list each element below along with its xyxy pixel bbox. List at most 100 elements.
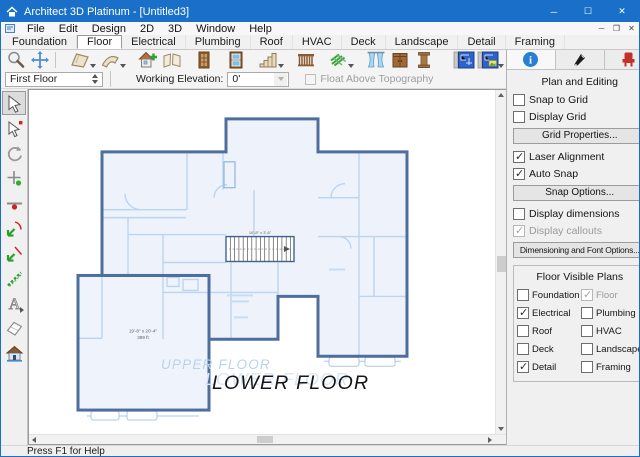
floor-spinner[interactable] (92, 74, 98, 84)
floor-selector[interactable]: First Floor (5, 72, 103, 87)
menu-file[interactable]: File (20, 23, 52, 35)
wall-dropdown-icon[interactable] (90, 64, 96, 68)
auto-snap-checkbox[interactable]: Auto Snap (513, 168, 640, 180)
working-elevation-combo[interactable]: 0' (227, 72, 289, 87)
visible-foundation-checkbox[interactable]: Foundation (517, 289, 581, 301)
drapes-tool-button[interactable] (364, 51, 387, 70)
move-point-tool[interactable] (2, 166, 26, 190)
maximize-button[interactable]: ☐ (571, 1, 605, 22)
deck-tool-button[interactable] (326, 51, 349, 70)
break-wall-icon (162, 50, 182, 70)
stairs-dropdown-icon[interactable] (278, 64, 284, 68)
wall-tool-button[interactable] (68, 51, 91, 70)
select-object-tool[interactable] (2, 116, 26, 140)
tab-deck[interactable]: Deck (342, 35, 386, 49)
lower-floor-garage-room[interactable] (78, 275, 209, 410)
visible-framing-checkbox[interactable]: Framing (581, 361, 640, 373)
menu-window[interactable]: Window (189, 23, 242, 35)
chair-icon (620, 51, 637, 68)
chamfer-tool[interactable] (2, 241, 26, 265)
annotation-tab[interactable] (556, 50, 605, 69)
scroll-up-arrow[interactable] (496, 90, 506, 100)
railing-tool-button[interactable] (294, 51, 317, 70)
laser-alignment-checkbox[interactable]: Laser Alignment (513, 151, 640, 163)
menu-help[interactable]: Help (242, 23, 279, 35)
plan-render-dropdown-icon[interactable] (498, 64, 504, 68)
checkbox-box (517, 289, 529, 301)
spline-tool[interactable] (2, 266, 26, 290)
visible-hvac-checkbox[interactable]: HVAC (581, 325, 640, 337)
checkbox-box (305, 74, 316, 85)
tab-roof[interactable]: Roof (251, 35, 293, 49)
display-grid-checkbox[interactable]: Display Grid (513, 111, 640, 123)
tab-hvac[interactable]: HVAC (293, 35, 342, 49)
tab-detail[interactable]: Detail (458, 35, 505, 49)
checkbox-box (581, 289, 593, 301)
break-wall-tool-button[interactable] (160, 51, 183, 70)
rotate-tool[interactable] (2, 141, 26, 165)
visible-electrical-checkbox[interactable]: Electrical (517, 307, 581, 319)
scroll-right-arrow[interactable] (485, 435, 495, 444)
info-tab[interactable]: i (507, 50, 556, 69)
window-tool-button[interactable] (224, 51, 247, 70)
horizontal-scroll-thumb[interactable] (257, 436, 273, 443)
display-dimensions-checkbox[interactable]: Display dimensions (513, 208, 640, 220)
document-icon[interactable] (5, 24, 15, 33)
menu-edit[interactable]: Edit (52, 23, 85, 35)
pan-tool-button[interactable] (28, 51, 51, 70)
stairs-tool-button[interactable] (256, 51, 279, 70)
visible-deck-checkbox[interactable]: Deck (517, 343, 581, 355)
visible-detail-checkbox[interactable]: Detail (517, 361, 581, 373)
menu-2d[interactable]: 2D (133, 23, 161, 35)
staircase[interactable] (226, 237, 294, 262)
grid-properties-button[interactable]: Grid Properties... (513, 128, 640, 144)
plan-view-button[interactable] (452, 51, 475, 70)
visible-plumbing-checkbox[interactable]: Plumbing (581, 307, 640, 319)
horizontal-scrollbar-row (29, 434, 506, 444)
elevation-tool[interactable] (2, 341, 26, 365)
cabinet-tool-button[interactable] (388, 51, 411, 70)
floor-plan[interactable]: 10'-8" x 3'-6" 19'-8" x 20'-4" 399 ft UP… (29, 90, 495, 434)
select-tool[interactable] (2, 91, 26, 115)
split-tool[interactable] (2, 191, 26, 215)
scroll-left-arrow[interactable] (29, 435, 39, 444)
drawing-canvas[interactable]: 10'-8" x 3'-6" 19'-8" x 20'-4" 399 ft UP… (28, 89, 506, 445)
close-button[interactable]: ✕ (605, 1, 639, 22)
tab-floor[interactable]: Floor (77, 35, 122, 49)
tab-framing[interactable]: Framing (506, 35, 565, 49)
minimize-button[interactable]: ─ (537, 1, 571, 22)
door-tool-button[interactable] (192, 51, 215, 70)
roof-plane-tool[interactable] (2, 316, 26, 340)
zoom-tool-button[interactable] (4, 51, 27, 70)
mdi-restore-button[interactable]: ❐ (609, 24, 624, 33)
add-floor-tool-button[interactable] (136, 51, 159, 70)
horizontal-scrollbar[interactable] (29, 435, 495, 444)
snap-options-button[interactable]: Snap Options... (513, 185, 640, 201)
visible-roof-checkbox[interactable]: Roof (517, 325, 581, 337)
pen-icon (571, 51, 588, 68)
text-tool-flyout-icon (20, 307, 24, 313)
menu-design[interactable]: Design (85, 23, 133, 35)
furniture-tab[interactable] (605, 50, 640, 69)
mdi-minimize-button[interactable]: ─ (594, 24, 609, 33)
plan-render-button[interactable] (476, 51, 499, 70)
dimensioning-font-options-button[interactable]: Dimensioning and Font Options... (513, 242, 640, 258)
mdi-close-button[interactable]: ✕ (624, 24, 639, 33)
text-tool[interactable]: A (2, 291, 26, 315)
snap-to-grid-checkbox[interactable]: Snap to Grid (513, 94, 640, 106)
tab-foundation[interactable]: Foundation (3, 35, 77, 49)
curved-wall-tool-button[interactable] (98, 51, 121, 70)
visible-landscape-checkbox[interactable]: Landscape (581, 343, 640, 355)
tab-electrical[interactable]: Electrical (122, 35, 186, 49)
menu-3d[interactable]: 3D (161, 23, 189, 35)
tab-plumbing[interactable]: Plumbing (186, 35, 251, 49)
curved-wall-dropdown-icon[interactable] (120, 64, 126, 68)
tab-landscape[interactable]: Landscape (386, 35, 459, 49)
right-panel: i Plan and Editing Snap to Grid Display … (506, 50, 640, 445)
deck-dropdown-icon[interactable] (348, 64, 354, 68)
fillet-tool[interactable] (2, 216, 26, 240)
scroll-down-arrow[interactable] (496, 424, 506, 434)
vertical-scroll-thumb[interactable] (497, 256, 506, 272)
vertical-scrollbar[interactable] (495, 90, 506, 434)
column-tool-button[interactable] (412, 51, 435, 70)
